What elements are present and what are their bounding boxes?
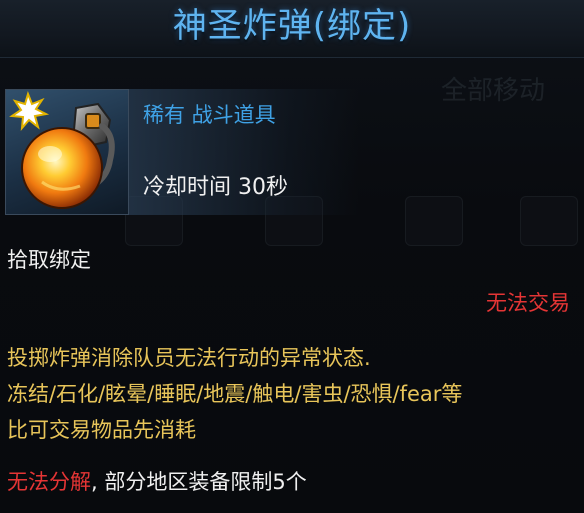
holy-bomb-grenade-icon[interactable] xyxy=(5,89,129,215)
item-description: 投掷炸弹消除队员无法行动的异常状态. 冻结/石化/眩晕/睡眠/地震/触电/害虫/… xyxy=(7,340,462,448)
item-title: 神圣炸弹(绑定) xyxy=(172,6,412,46)
disassemble-warning: 无法分解 xyxy=(7,470,91,494)
item-cooldown: 冷却时间 30秒 xyxy=(143,175,288,200)
equip-limit-text: , 部分地区装备限制5个 xyxy=(91,470,307,494)
item-rarity: 稀有 战斗道具 xyxy=(143,103,276,127)
description-line: 投掷炸弹消除队员无法行动的异常状态. xyxy=(7,346,371,370)
tooltip-header: 神圣炸弹(绑定) xyxy=(0,0,584,58)
trade-status: 无法交易 xyxy=(486,291,570,315)
item-footer: 无法分解, 部分地区装备限制5个 xyxy=(7,466,307,498)
background-move-all-label: 全部移动 xyxy=(441,76,546,106)
description-line: 冻结/石化/眩晕/睡眠/地震/触电/害虫/恐惧/fear等 xyxy=(7,382,463,406)
item-tooltip: 神圣炸弹(绑定) 全部移动 稀有 战斗道具 冷却时间 30秒 拾取绑定 无法交易… xyxy=(0,0,584,513)
bind-type: 拾取绑定 xyxy=(7,248,91,272)
description-line: 比可交易物品先消耗 xyxy=(7,418,196,442)
